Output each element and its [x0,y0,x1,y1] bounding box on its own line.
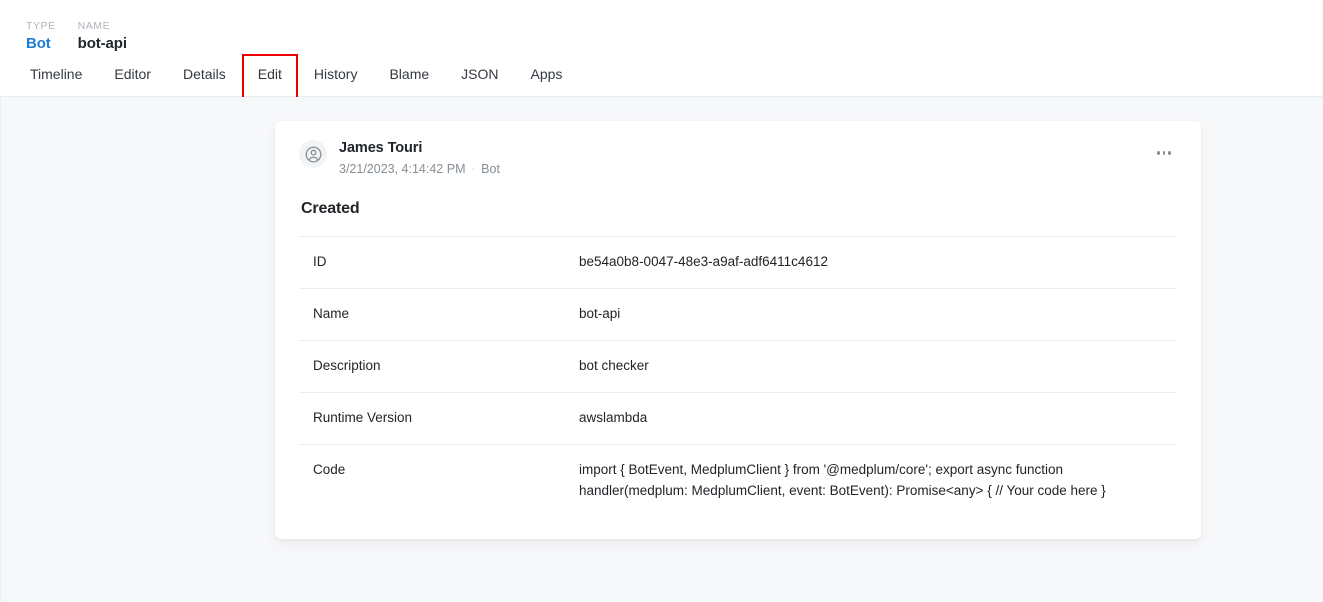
menu-dot [1163,151,1166,155]
tab-timeline[interactable]: Timeline [14,52,98,96]
page-header: TYPE Bot NAME bot-api Timeline Editor De… [0,0,1323,97]
resource-name-block: NAME bot-api [78,20,127,52]
tab-edit[interactable]: Edit [242,52,298,96]
entry-timestamp: 3/21/2023, 4:14:42 PM [339,160,465,179]
section-title: Created [301,200,1177,218]
user-circle-icon [299,140,327,168]
row-value-name: bot-api [579,289,1177,341]
app-root: TYPE Bot NAME bot-api Timeline Editor De… [0,0,1323,602]
card-header: James Touri 3/21/2023, 4:14:42 PM · Bot [299,139,1177,178]
history-entry-card: James Touri 3/21/2023, 4:14:42 PM · Bot … [275,121,1201,539]
resource-type-label: TYPE [26,20,56,32]
separator-dot: · [471,161,475,178]
table-row: Runtime Version awslambda [299,393,1177,445]
menu-dot [1168,151,1171,155]
row-value-code: import { BotEvent, MedplumClient } from … [579,445,1177,517]
tab-apps[interactable]: Apps [514,52,578,96]
tab-details[interactable]: Details [167,52,242,96]
resource-name-label: NAME [78,20,127,32]
table-row: Name bot-api [299,289,1177,341]
resource-type-value[interactable]: Bot [26,35,56,52]
menu-dot [1157,151,1160,155]
tab-editor[interactable]: Editor [98,52,167,96]
row-key-id: ID [299,237,579,289]
row-value-id: be54a0b8-0047-48e3-a9af-adf6411c4612 [579,237,1177,289]
more-horizontal-icon[interactable] [1151,142,1177,164]
row-key-name: Name [299,289,579,341]
resource-name-value: bot-api [78,35,127,52]
row-value-runtime-version: awslambda [579,393,1177,445]
table-row: Description bot checker [299,341,1177,393]
tab-history[interactable]: History [298,52,374,96]
resource-detail-table: ID be54a0b8-0047-48e3-a9af-adf6411c4612 … [299,236,1177,517]
tab-blame[interactable]: Blame [373,52,445,96]
row-key-code: Code [299,445,579,517]
row-value-description: bot checker [579,341,1177,393]
card-header-text: James Touri 3/21/2023, 4:14:42 PM · Bot [339,139,1139,178]
resource-title-bar: TYPE Bot NAME bot-api [0,0,1323,52]
tab-json[interactable]: JSON [445,52,514,96]
row-key-description: Description [299,341,579,393]
tab-bar: Timeline Editor Details Edit History Bla… [0,52,1323,96]
author-name: James Touri [339,139,1139,159]
entry-subline: 3/21/2023, 4:14:42 PM · Bot [339,160,1139,179]
entry-resource-type: Bot [481,160,500,179]
table-row: ID be54a0b8-0047-48e3-a9af-adf6411c4612 [299,237,1177,289]
content-area: James Touri 3/21/2023, 4:14:42 PM · Bot … [0,97,1323,602]
resource-type-block: TYPE Bot [26,20,56,52]
table-row: Code import { BotEvent, MedplumClient } … [299,445,1177,517]
row-key-runtime-version: Runtime Version [299,393,579,445]
